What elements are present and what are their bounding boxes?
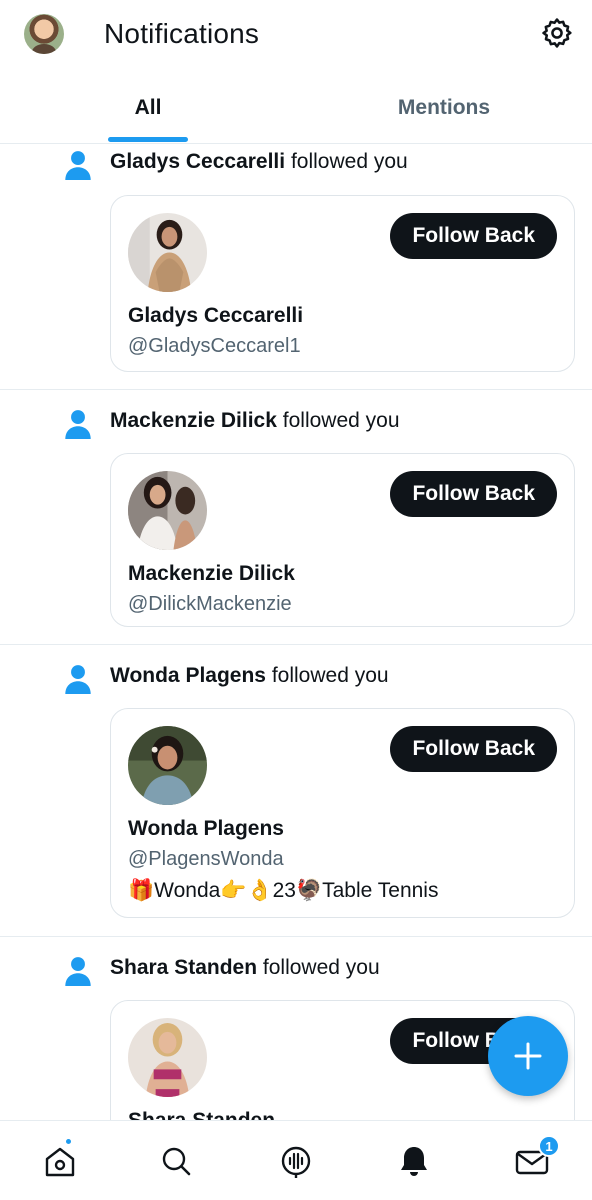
user-name[interactable]: Wonda Plagens <box>128 817 284 841</box>
user-card[interactable]: Follow Back Gladys Ceccarelli @GladysCec… <box>110 195 575 372</box>
notification-item[interactable]: Gladys Ceccarelli followed you Follow Ba… <box>0 144 592 390</box>
nav-messages[interactable]: 1 <box>510 1135 560 1183</box>
user-card[interactable]: Follow Back Mackenzie Dilick @DilickMack… <box>110 453 575 627</box>
notification-action: followed you <box>271 664 389 687</box>
tab-mentions[interactable]: Mentions <box>296 96 592 120</box>
gear-icon[interactable] <box>540 16 574 50</box>
spaces-icon <box>281 1146 311 1178</box>
notification-text: Gladys Ceccarelli followed you <box>110 150 408 174</box>
person-icon <box>65 957 91 986</box>
bell-icon <box>401 1147 427 1176</box>
active-tab-indicator <box>108 137 188 142</box>
person-icon <box>65 410 91 439</box>
follow-back-button[interactable]: Follow Back <box>390 726 557 772</box>
notification-feed[interactable]: Gladys Ceccarelli followed you Follow Ba… <box>0 144 592 1120</box>
notification-action: followed you <box>262 956 380 979</box>
home-icon <box>45 1147 75 1177</box>
person-icon <box>65 151 91 180</box>
user-name[interactable]: Mackenzie Dilick <box>128 562 295 586</box>
user-avatar[interactable] <box>128 471 207 550</box>
follower-name[interactable]: Gladys Ceccarelli <box>110 150 285 173</box>
follow-back-button[interactable]: Follow Back <box>390 213 557 259</box>
user-card[interactable]: Follow Back Wonda Plagens @PlagensWonda … <box>110 708 575 918</box>
notification-item[interactable]: Wonda Plagens followed you Follow Back W… <box>0 645 592 937</box>
notification-text: Shara Standen followed you <box>110 956 380 980</box>
notification-action: followed you <box>290 150 408 173</box>
follower-name[interactable]: Wonda Plagens <box>110 664 266 687</box>
follow-back-button[interactable]: Follow Back <box>390 471 557 517</box>
nav-search[interactable] <box>154 1139 198 1183</box>
page-title: Notifications <box>104 18 260 49</box>
nav-home[interactable] <box>38 1137 82 1183</box>
user-avatar[interactable] <box>128 1018 207 1097</box>
user-avatar[interactable] <box>128 213 207 292</box>
bottom-navigation: 1 <box>0 1120 592 1200</box>
user-handle: @PlagensWonda <box>128 848 284 870</box>
user-name[interactable]: Gladys Ceccarelli <box>128 304 303 328</box>
follower-name[interactable]: Shara Standen <box>110 956 257 979</box>
plus-icon <box>514 1042 542 1070</box>
nav-notifications[interactable] <box>392 1139 436 1183</box>
search-icon <box>162 1147 191 1176</box>
notification-text: Wonda Plagens followed you <box>110 664 389 688</box>
profile-avatar[interactable] <box>24 14 64 54</box>
notification-action: followed you <box>282 409 400 432</box>
home-notification-dot <box>64 1137 73 1146</box>
notification-tabs: All Mentions <box>0 70 592 144</box>
notification-text: Mackenzie Dilick followed you <box>110 409 400 433</box>
user-handle: @GladysCeccarel1 <box>128 335 301 357</box>
user-handle: @DilickMackenzie <box>128 593 292 615</box>
tab-all[interactable]: All <box>0 96 296 120</box>
messages-badge: 1 <box>538 1135 560 1157</box>
top-bar: Notifications <box>0 0 592 70</box>
user-bio: 🎁Wonda👉👌23🦃Table Tennis <box>128 879 439 902</box>
follower-name[interactable]: Mackenzie Dilick <box>110 409 277 432</box>
compose-button[interactable] <box>488 1016 568 1096</box>
person-icon <box>65 665 91 694</box>
user-avatar[interactable] <box>128 726 207 805</box>
notification-item[interactable]: Mackenzie Dilick followed you Follow Bac… <box>0 390 592 645</box>
user-name[interactable]: Shara Standen <box>128 1109 275 1120</box>
nav-spaces[interactable] <box>274 1139 318 1183</box>
